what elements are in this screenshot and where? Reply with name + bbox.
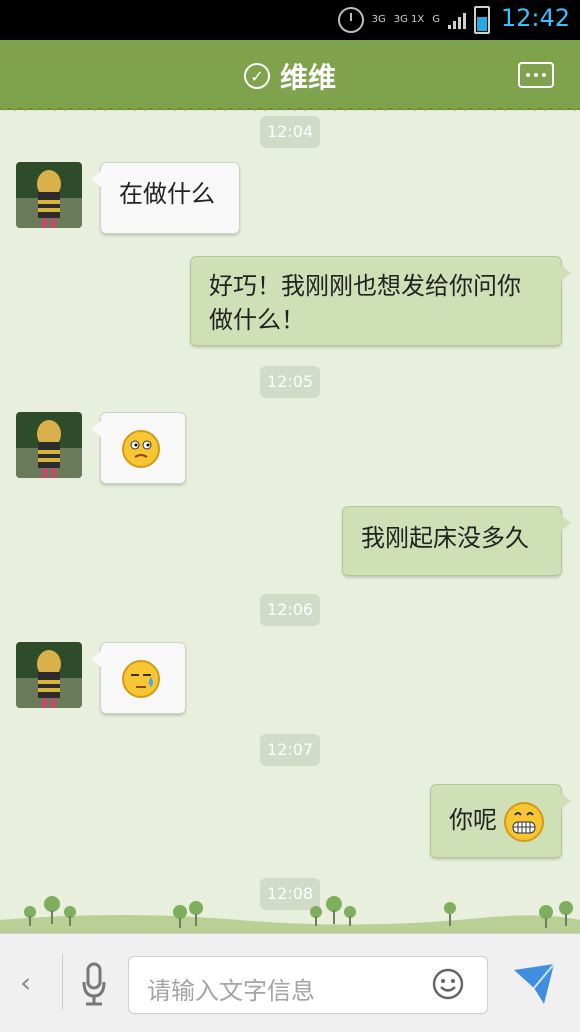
timestamp: 12:07 [260, 734, 320, 766]
timestamp: 12:06 [260, 594, 320, 626]
message-text: 你呢 [449, 806, 497, 834]
sweat-face-icon [122, 660, 160, 698]
smiley-icon[interactable] [432, 968, 464, 1000]
status-bar: 3G 3G 1X G 12:42 [0, 0, 580, 40]
scenery-decoration [0, 896, 580, 936]
message-bubble-incoming[interactable]: 在做什么 [91, 162, 240, 234]
battery-icon [474, 6, 490, 34]
network-g-label: G [432, 14, 440, 25]
header-zigzag-edge [0, 104, 580, 111]
timestamp: 12:04 [260, 116, 320, 148]
chat-header: ✓ 维维 [0, 40, 580, 110]
avatar[interactable] [16, 412, 82, 478]
status-icons: 3G 3G 1X G [337, 6, 490, 34]
check-circle-icon: ✓ [243, 63, 270, 89]
microphone-icon[interactable] [80, 962, 108, 1006]
message-text: 我刚起床没多久 [361, 524, 529, 552]
network-3g-label: 3G [371, 14, 386, 25]
message-text: 好巧！我刚刚也想发给你问你做什么！ [209, 272, 521, 334]
signal-icon [448, 11, 466, 29]
alarm-icon [337, 7, 364, 33]
message-bubble-incoming[interactable] [91, 642, 186, 714]
timestamp: 12:05 [260, 366, 320, 398]
avatar[interactable] [16, 162, 82, 228]
collapse-arrow-icon[interactable]: ‹ [20, 966, 31, 999]
message-bubble-outgoing[interactable]: 我刚起床没多久 [342, 506, 571, 576]
chat-title: 维维 [279, 61, 336, 94]
chat-area[interactable]: 12:04 在做什么 好巧！我刚刚也想发给你问你做什么！ 12:05 我刚起床没… [0, 112, 580, 932]
avatar[interactable] [16, 642, 82, 708]
network-3g1x-label: 3G 1X [393, 14, 425, 25]
grin-face-icon [504, 802, 544, 842]
send-button[interactable] [510, 960, 558, 1008]
puzzled-face-icon [122, 430, 160, 468]
message-bubble-outgoing[interactable]: 你呢 [430, 784, 571, 858]
message-bubble-incoming[interactable] [91, 412, 186, 484]
status-time: 12:42 [500, 4, 570, 32]
message-text: 在做什么 [119, 180, 215, 208]
input-bar: ‹ 请输入文字信息 [0, 933, 580, 1032]
divider [62, 954, 63, 1010]
more-button[interactable] [518, 62, 554, 88]
message-bubble-outgoing[interactable]: 好巧！我刚刚也想发给你问你做什么！ [190, 256, 571, 346]
